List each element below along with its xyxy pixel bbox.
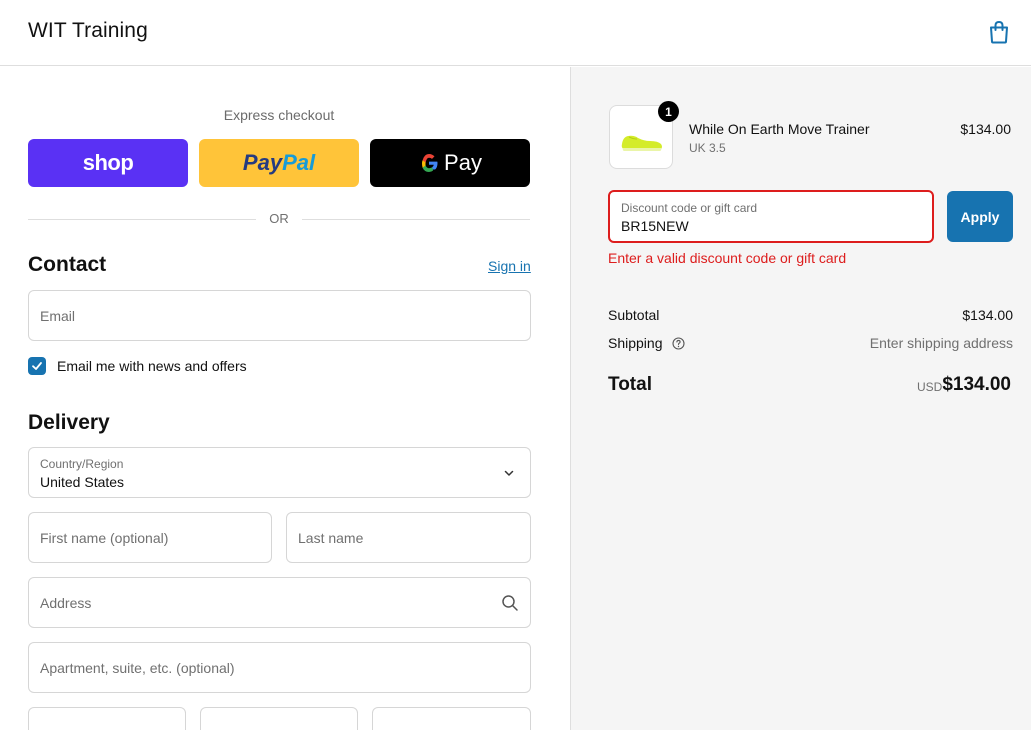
delivery-heading: Delivery (28, 411, 110, 434)
discount-error-message: Enter a valid discount code or gift card (608, 250, 847, 266)
subtotal-row: Subtotal $134.00 (608, 307, 1013, 323)
divider-line-right (302, 219, 530, 220)
first-name-field[interactable]: First name (optional) (28, 512, 272, 563)
contact-heading: Contact (28, 253, 107, 276)
checkout-form: Express checkout shop Pay Pal Pay OR Cont… (0, 67, 570, 730)
shipping-label: Shipping (608, 335, 663, 351)
product-price: $134.00 (960, 121, 1011, 137)
country-label: Country/Region (40, 457, 124, 471)
address-field[interactable]: Address (28, 577, 531, 628)
country-value: United States (40, 474, 125, 490)
email-placeholder: Email (40, 308, 76, 324)
search-icon[interactable] (501, 594, 519, 612)
chevron-down-icon (504, 470, 514, 476)
subtotal-label: Subtotal (608, 307, 660, 323)
first-name-placeholder: First name (optional) (40, 530, 169, 546)
shipping-row: Shipping Enter shipping address (608, 335, 1013, 351)
shipping-value: Enter shipping address (869, 335, 1013, 351)
google-g-icon (422, 154, 438, 172)
state-field[interactable] (200, 707, 358, 730)
city-field[interactable] (28, 707, 186, 730)
paypal-logo-part2: Pal (282, 150, 316, 175)
help-icon[interactable] (672, 337, 685, 350)
shop-pay-logo: shop (82, 150, 134, 175)
shop-pay-button[interactable]: shop (28, 139, 188, 187)
paypal-button[interactable]: Pay Pal (199, 139, 359, 187)
subtotal-value: $134.00 (962, 307, 1013, 323)
sign-in-link[interactable]: Sign in (488, 258, 531, 274)
last-name-field[interactable]: Last name (286, 512, 531, 563)
store-name[interactable]: WIT Training (28, 19, 148, 43)
currency-code: USD (917, 380, 943, 394)
address-placeholder: Address (40, 595, 92, 611)
apartment-placeholder: Apartment, suite, etc. (optional) (40, 660, 235, 676)
last-name-placeholder: Last name (298, 530, 364, 546)
shopping-bag-icon[interactable] (988, 20, 1010, 44)
or-divider: OR (28, 211, 530, 227)
total-label: Total (608, 374, 652, 395)
discount-value: BR15NEW (621, 218, 689, 234)
checkmark-icon (32, 362, 42, 370)
express-checkout-label: Express checkout (223, 107, 335, 123)
checkout-header: WIT Training (0, 0, 1031, 66)
order-summary: 1 While On Earth Move Trainer UK 3.5 $13… (570, 67, 1031, 730)
apply-discount-button[interactable]: Apply (947, 191, 1013, 242)
product-variant: UK 3.5 (689, 141, 726, 155)
google-pay-button[interactable]: Pay (370, 139, 530, 187)
discount-label: Discount code or gift card (621, 201, 758, 215)
email-field[interactable]: Email (28, 290, 531, 341)
total-value: $134.00 (942, 374, 1011, 395)
newsletter-option[interactable]: Email me with news and offers (28, 357, 247, 375)
zip-code-field[interactable] (372, 707, 531, 730)
quantity-badge: 1 (658, 101, 679, 122)
paypal-logo-part1: Pay (242, 150, 283, 175)
newsletter-checkbox[interactable] (28, 357, 46, 375)
discount-code-field[interactable]: Discount code or gift card BR15NEW (608, 190, 934, 243)
product-name: While On Earth Move Trainer (689, 121, 870, 137)
apartment-field[interactable]: Apartment, suite, etc. (optional) (28, 642, 531, 693)
google-pay-label: Pay (444, 150, 482, 175)
country-select[interactable]: Country/Region United States (28, 447, 531, 498)
newsletter-label: Email me with news and offers (57, 358, 247, 374)
